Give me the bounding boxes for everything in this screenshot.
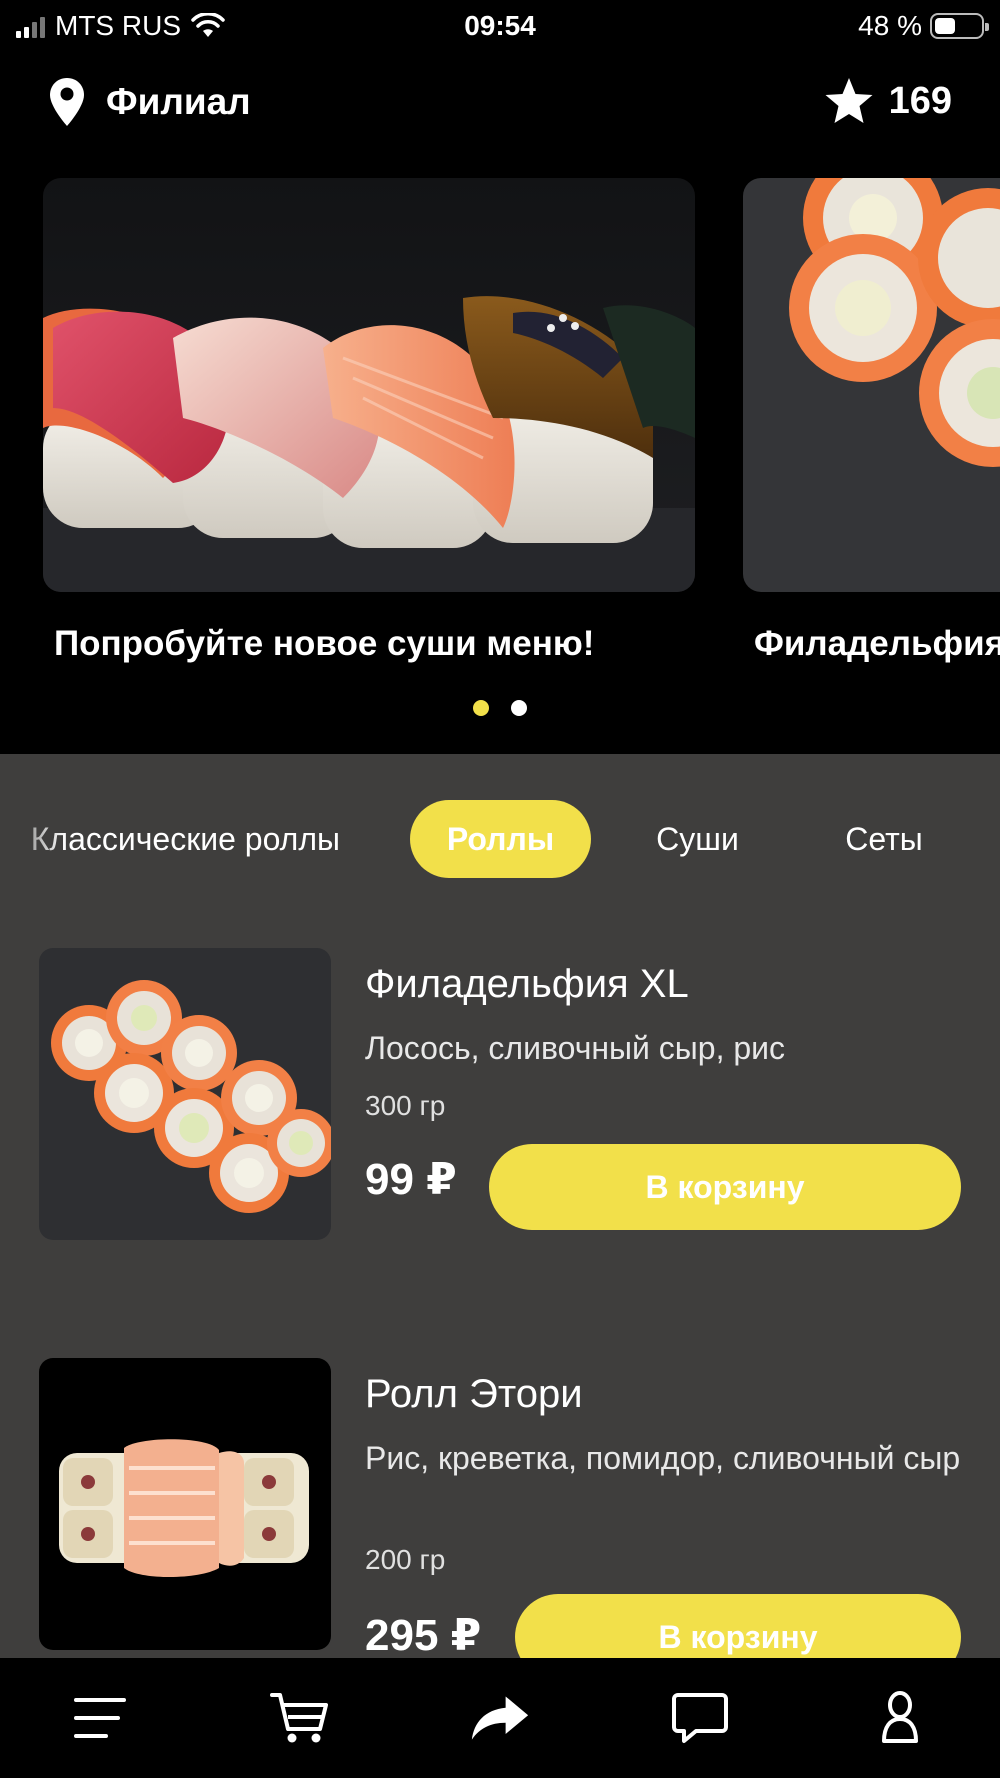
share-icon: [471, 1696, 529, 1740]
chat-icon: [672, 1693, 728, 1743]
product-weight: 300 гр: [365, 1090, 446, 1121]
sushi-banner-image: [43, 178, 695, 592]
top-section: MTS RUS 09:54 48 % Филиал 169 Попробуйте…: [0, 0, 1000, 754]
profile-icon: [882, 1691, 918, 1743]
location-pin-icon: [50, 78, 84, 126]
tab-rolls[interactable]: Роллы: [410, 800, 591, 878]
status-right: 48 %: [858, 10, 989, 42]
product-price: 99 ₽: [365, 1155, 457, 1204]
cart-icon: [270, 1693, 328, 1743]
pagination-dot[interactable]: [511, 700, 527, 716]
philadelphia-banner-image: [743, 178, 1000, 592]
product-weight: 200 гр: [365, 1544, 446, 1575]
bottom-nav: [0, 1658, 1000, 1778]
product-description: Лосось, сливочный сыр, рис: [365, 1030, 786, 1066]
product-price: 295 ₽: [365, 1611, 482, 1660]
nav-profile[interactable]: [870, 1688, 930, 1748]
banner-caption-1: Попробуйте новое суши меню!: [54, 624, 595, 663]
nav-chat[interactable]: [670, 1688, 730, 1748]
star-icon: [825, 78, 873, 123]
status-bar: MTS RUS 09:54 48 %: [0, 0, 1000, 50]
category-tabs: Классические роллы Роллы Суши Сеты: [0, 800, 1000, 878]
add-to-cart-button[interactable]: В корзину: [489, 1144, 961, 1230]
banner-pagination: [0, 700, 1000, 716]
product-image[interactable]: [39, 948, 331, 1240]
bonus-value: 169: [888, 79, 952, 122]
product-name: Филадельфия XL: [365, 962, 689, 1006]
product-description: Рис, креветка, помидор, сливочный сыр: [365, 1440, 961, 1476]
product-name: Ролл Этори: [365, 1372, 583, 1416]
status-time: 09:54: [464, 10, 536, 41]
branch-selector[interactable]: Филиал: [48, 76, 251, 128]
nav-cart[interactable]: [270, 1688, 330, 1748]
product-image[interactable]: [39, 1358, 331, 1650]
pagination-dot-active[interactable]: [473, 700, 489, 716]
bonus-points[interactable]: 169: [823, 76, 952, 126]
tab-sushi[interactable]: Суши: [630, 800, 765, 878]
battery-icon: [930, 13, 989, 39]
nav-menu[interactable]: [70, 1688, 130, 1748]
battery-percent: 48 %: [858, 10, 922, 41]
tab-sets[interactable]: Сеты: [820, 800, 948, 878]
promo-banner-sushi[interactable]: [43, 178, 695, 592]
promo-banner-philadelphia[interactable]: [743, 178, 1000, 592]
header: Филиал 169: [0, 72, 1000, 136]
tab-classic-rolls[interactable]: Классические роллы: [0, 800, 340, 878]
branch-label: Филиал: [106, 81, 251, 122]
banner-caption-2: Филадельфия: [754, 624, 1000, 663]
menu-icon: [74, 1698, 126, 1738]
nav-share[interactable]: [470, 1688, 530, 1748]
